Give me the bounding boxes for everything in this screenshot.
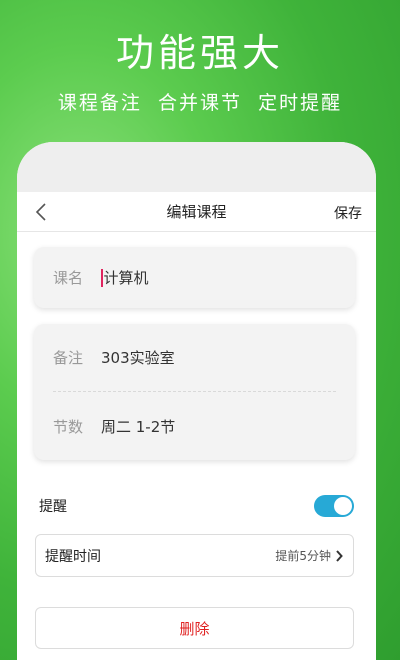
section-label: 节数	[53, 417, 84, 436]
reminder-row: 提醒	[39, 494, 354, 518]
back-button[interactable]	[31, 201, 51, 223]
promo-subtitle: 课程备注 合并课节 定时提醒	[57, 92, 343, 114]
course-name-input[interactable]	[103, 268, 304, 287]
course-details-card: 备注 303实验室 节数 周二 1-2节	[34, 324, 355, 460]
phone-frame: 编辑课程 保存 课名 备注 303实验室 节数 周二 1-2节 提醒	[17, 142, 376, 660]
delete-button[interactable]: 删除	[35, 607, 354, 649]
promo-title: 功能强大	[115, 31, 284, 75]
note-value: 303实验室	[101, 349, 175, 367]
section-row[interactable]: 节数 周二 1-2节	[53, 392, 336, 460]
reminder-label: 提醒	[39, 499, 67, 515]
chevron-right-icon	[336, 549, 343, 562]
delete-label: 删除	[179, 619, 210, 638]
reminder-time-row[interactable]: 提醒时间 提前5分钟	[35, 534, 354, 577]
section-value: 周二 1-2节	[101, 417, 176, 436]
course-name-label: 课名	[53, 269, 84, 287]
save-button[interactable]: 保存	[334, 203, 362, 223]
text-caret	[101, 268, 103, 287]
phone-status-area	[17, 142, 376, 192]
page-title: 编辑课程	[166, 203, 227, 221]
reminder-toggle[interactable]	[314, 495, 354, 517]
reminder-time-label: 提醒时间	[45, 548, 101, 565]
toggle-knob	[334, 497, 352, 515]
edit-course-screen: 编辑课程 保存 课名 备注 303实验室 节数 周二 1-2节 提醒	[17, 192, 376, 660]
course-name-card: 课名	[34, 247, 355, 308]
note-label: 备注	[53, 349, 84, 367]
note-row[interactable]: 备注 303实验室	[53, 324, 336, 392]
reminder-time-value: 提前5分钟	[275, 549, 331, 563]
navbar: 编辑课程 保存	[17, 192, 376, 232]
chevron-left-icon	[35, 203, 46, 221]
